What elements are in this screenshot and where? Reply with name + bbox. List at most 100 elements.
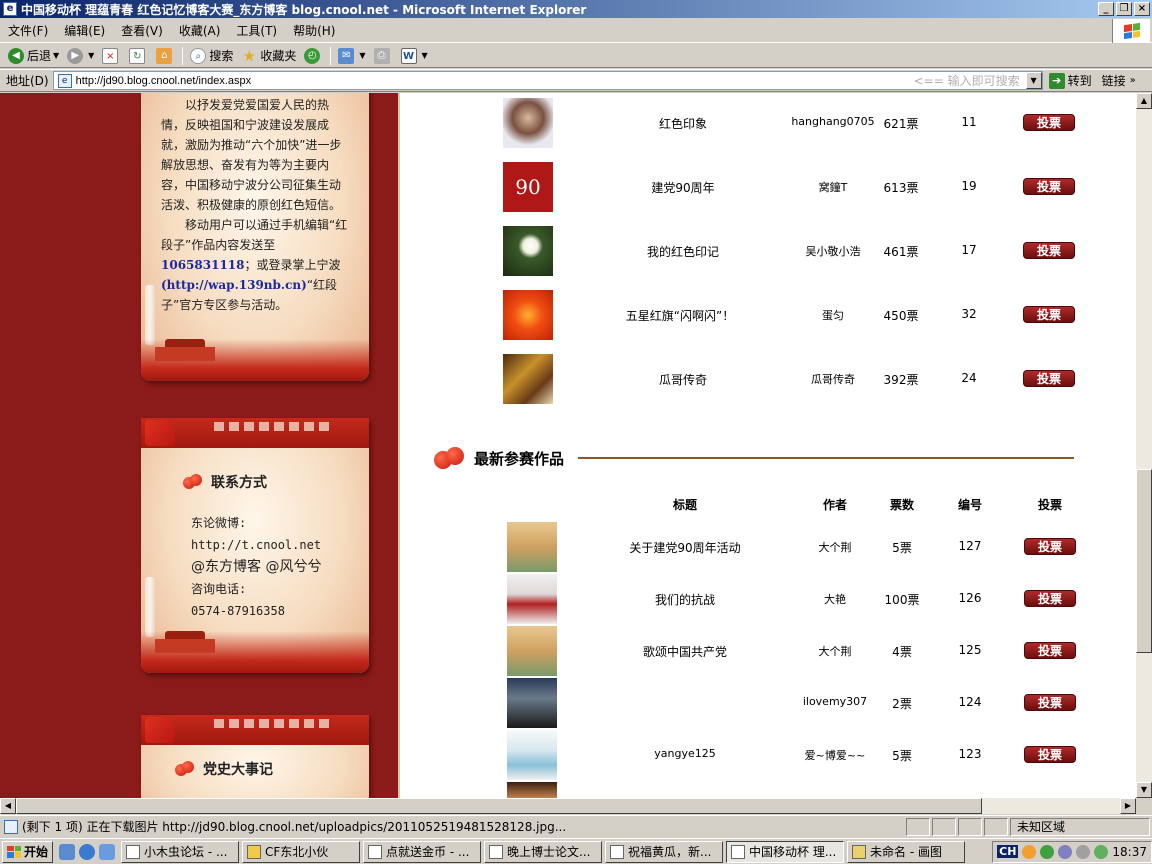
- entry-thumbnail[interactable]: [503, 98, 553, 148]
- entry-thumbnail[interactable]: 90: [503, 162, 553, 212]
- address-input[interactable]: e http://jd90.blog.cnool.net/index.aspx …: [52, 71, 1043, 90]
- entry-author[interactable]: 吴小敬小浩: [806, 243, 861, 259]
- vertical-scrollbar[interactable]: ▲ ▼: [1136, 93, 1152, 798]
- vote-button[interactable]: 投票: [1023, 114, 1075, 131]
- edit-dropdown-icon[interactable]: ▼: [422, 51, 428, 60]
- mail-dropdown-icon[interactable]: ▼: [359, 51, 365, 60]
- explorer-quick-icon[interactable]: [99, 843, 116, 860]
- taskbar-item[interactable]: 点就送金币 - ...: [363, 840, 482, 863]
- nvidia-tray-icon[interactable]: [1094, 844, 1109, 859]
- taskbar-item[interactable]: 小木虫论坛 - ...: [121, 840, 240, 863]
- scroll-up-icon[interactable]: ▲: [1136, 93, 1152, 109]
- scroll-right-icon[interactable]: ▶: [1120, 798, 1136, 814]
- entry-thumbnail[interactable]: [503, 290, 553, 340]
- search-button[interactable]: ⌕ 搜索: [186, 45, 237, 67]
- vote-button[interactable]: 投票: [1024, 694, 1076, 711]
- entry-author[interactable]: hanghang0705: [791, 115, 874, 128]
- entry-title[interactable]: 瓜哥传奇: [659, 371, 707, 388]
- entry-title[interactable]: 红色印象: [659, 115, 707, 132]
- stop-button[interactable]: ×: [98, 45, 125, 67]
- security-tray-icon[interactable]: [1040, 844, 1055, 859]
- entry-title[interactable]: 我的红色印记: [647, 243, 719, 260]
- weibo-url[interactable]: http://t.cnool.net: [191, 534, 321, 556]
- history-button[interactable]: ◴: [300, 45, 327, 67]
- entry-thumbnail[interactable]: [503, 354, 553, 404]
- start-button[interactable]: 开始: [2, 840, 54, 863]
- home-button[interactable]: ⌂: [152, 45, 179, 67]
- entry-thumbnail[interactable]: [507, 522, 557, 572]
- back-dropdown-icon[interactable]: ▼: [53, 51, 59, 60]
- forward-button[interactable]: ▶ ▼: [63, 45, 98, 67]
- menu-view[interactable]: 查看(V): [113, 22, 171, 39]
- entry-thumbnail[interactable]: [507, 626, 557, 676]
- entry-author[interactable]: 大艳: [824, 591, 846, 607]
- mail-button[interactable]: ✉ ▼: [334, 45, 369, 67]
- favorites-button[interactable]: ★ 收藏夹: [237, 45, 300, 67]
- vote-button[interactable]: 投票: [1024, 642, 1076, 659]
- scroll-left-icon[interactable]: ◀: [0, 798, 16, 814]
- entry-author[interactable]: 蛋匀: [822, 307, 844, 323]
- taskbar-item-active[interactable]: 中国移动杯 理...: [726, 840, 845, 863]
- menu-help[interactable]: 帮助(H): [285, 22, 343, 39]
- entry-author[interactable]: 大个荆: [819, 539, 852, 555]
- vote-button[interactable]: 投票: [1023, 242, 1075, 259]
- weibo-accounts[interactable]: @东方博客 @风兮兮: [191, 556, 321, 578]
- horizontal-scrollbar[interactable]: ◀ ▶: [0, 798, 1136, 814]
- entry-author[interactable]: 瓜哥传奇: [811, 371, 855, 387]
- folder-icon: [247, 844, 262, 859]
- scroll-down-icon[interactable]: ▼: [1136, 782, 1152, 798]
- taskbar-item[interactable]: 祝福黄瓜，新...: [605, 840, 724, 863]
- vote-button[interactable]: 投票: [1024, 746, 1076, 763]
- vote-button[interactable]: 投票: [1024, 538, 1076, 555]
- vote-button[interactable]: 投票: [1023, 370, 1075, 387]
- maximize-button[interactable]: ❐: [1116, 2, 1132, 16]
- address-dropdown-icon[interactable]: ▼: [1025, 72, 1042, 89]
- entry-title[interactable]: 我们的抗战: [655, 591, 715, 608]
- menu-edit[interactable]: 编辑(E): [56, 22, 113, 39]
- entry-title[interactable]: 建党90周年: [651, 179, 714, 196]
- links-button[interactable]: 链接: [1102, 72, 1126, 89]
- entry-thumbnail[interactable]: [507, 782, 557, 798]
- address-url[interactable]: http://jd90.blog.cnool.net/index.aspx: [76, 75, 914, 87]
- entry-title[interactable]: yangye125: [654, 747, 715, 760]
- language-indicator[interactable]: CH: [997, 845, 1019, 858]
- entry-title[interactable]: 五星红旗“闪啊闪”！: [626, 307, 734, 324]
- quick-launch-icon[interactable]: [59, 843, 76, 860]
- taskbar-item[interactable]: CF东北小伙: [242, 840, 361, 863]
- entry-author[interactable]: 大个荆: [819, 643, 852, 659]
- entry-author[interactable]: 窝鐘T: [819, 179, 848, 195]
- network-tray-icon[interactable]: [1058, 844, 1073, 859]
- menu-tools[interactable]: 工具(T): [228, 22, 285, 39]
- vertical-scroll-thumb[interactable]: [1136, 469, 1152, 653]
- print-button[interactable]: ⎙: [370, 45, 397, 67]
- vote-button[interactable]: 投票: [1024, 590, 1076, 607]
- refresh-button[interactable]: ↻: [125, 45, 152, 67]
- forward-dropdown-icon[interactable]: ▼: [88, 51, 94, 60]
- go-button[interactable]: ➔ 转到: [1048, 72, 1092, 89]
- entry-author[interactable]: 爱~博爱~~: [805, 747, 866, 763]
- taskbar-item[interactable]: 未命名 - 画图: [847, 840, 966, 863]
- menu-file[interactable]: 文件(F): [0, 22, 56, 39]
- entry-thumbnail[interactable]: [507, 574, 557, 624]
- entry-title[interactable]: 关于建党90周年活动: [629, 539, 740, 556]
- vote-button[interactable]: 投票: [1023, 178, 1075, 195]
- entry-thumbnail[interactable]: [503, 226, 553, 276]
- close-button[interactable]: ×: [1134, 2, 1150, 16]
- minimize-button[interactable]: _: [1098, 2, 1114, 16]
- horizontal-scroll-thumb[interactable]: [16, 798, 982, 814]
- chevron-right-icon[interactable]: »: [1130, 75, 1136, 86]
- printer-icon: ⎙: [373, 47, 390, 64]
- ie-quick-icon[interactable]: [79, 843, 96, 860]
- volume-tray-icon[interactable]: [1076, 844, 1091, 859]
- entry-thumbnail[interactable]: [507, 678, 557, 728]
- menu-favorites[interactable]: 收藏(A): [171, 22, 229, 39]
- wap-link[interactable]: (http://wap.139nb.cn): [161, 278, 307, 292]
- entry-author[interactable]: ilovemy307: [803, 695, 867, 708]
- edit-button[interactable]: W ▼: [397, 45, 432, 67]
- taskbar-item[interactable]: 晚上博士论文...: [484, 840, 603, 863]
- back-button[interactable]: ◀ 后退 ▼: [4, 45, 63, 67]
- qq-tray-icon[interactable]: [1022, 844, 1037, 859]
- entry-thumbnail[interactable]: [507, 730, 557, 780]
- entry-title[interactable]: 歌颂中国共产党: [643, 643, 727, 660]
- vote-button[interactable]: 投票: [1023, 306, 1075, 323]
